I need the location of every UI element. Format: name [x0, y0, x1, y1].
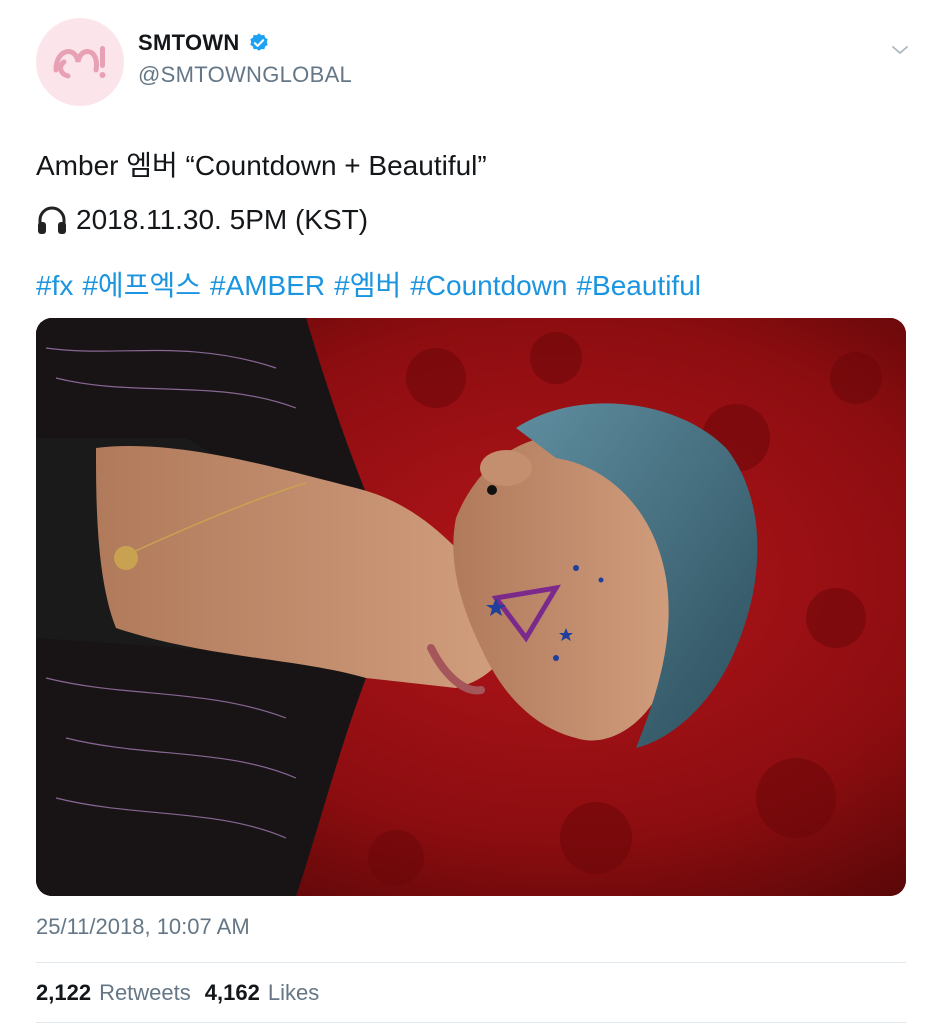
retweets-label[interactable]: Retweets: [99, 980, 191, 1006]
hashtag-link[interactable]: #에프엑스: [82, 270, 201, 301]
user-name-row[interactable]: SMTOWN: [138, 30, 270, 56]
hashtag-link[interactable]: #엠버: [334, 270, 401, 301]
avatar[interactable]: [36, 18, 124, 106]
display-name[interactable]: SMTOWN: [138, 30, 240, 56]
tweet-text-line-1: Amber 엠버 “Countdown + Beautiful”: [36, 150, 487, 181]
hashtag-link[interactable]: #Countdown: [410, 270, 567, 301]
chevron-down-icon[interactable]: [888, 38, 912, 62]
hashtag-link[interactable]: #AMBER: [210, 270, 325, 301]
hashtag-link[interactable]: #Beautiful: [576, 270, 701, 301]
tweet-timestamp[interactable]: 25/11/2018, 10:07 AM: [36, 914, 250, 940]
divider: [36, 1022, 906, 1023]
user-handle[interactable]: @SMTOWNGLOBAL: [138, 62, 352, 88]
tweet-text-line-2: 2018.11.30. 5PM (KST): [36, 204, 368, 236]
tweet-stats: 2,122 Retweets 4,162 Likes: [36, 980, 325, 1006]
smtown-logo-icon: [53, 46, 106, 79]
tweet-photo[interactable]: [36, 318, 906, 896]
release-datetime: 2018.11.30. 5PM (KST): [76, 204, 369, 235]
verified-badge-icon: [249, 33, 268, 51]
likes-label[interactable]: Likes: [268, 980, 319, 1006]
divider: [36, 962, 906, 963]
hashtag-link[interactable]: #fx: [36, 270, 73, 301]
photo-illustration: [36, 318, 906, 896]
hashtag-list: #fx #에프엑스 #AMBER #엠버 #Countdown #Beautiful: [36, 264, 710, 304]
retweets-count[interactable]: 2,122: [36, 980, 91, 1006]
likes-count[interactable]: 4,162: [205, 980, 260, 1006]
headphones-icon: [38, 206, 66, 234]
